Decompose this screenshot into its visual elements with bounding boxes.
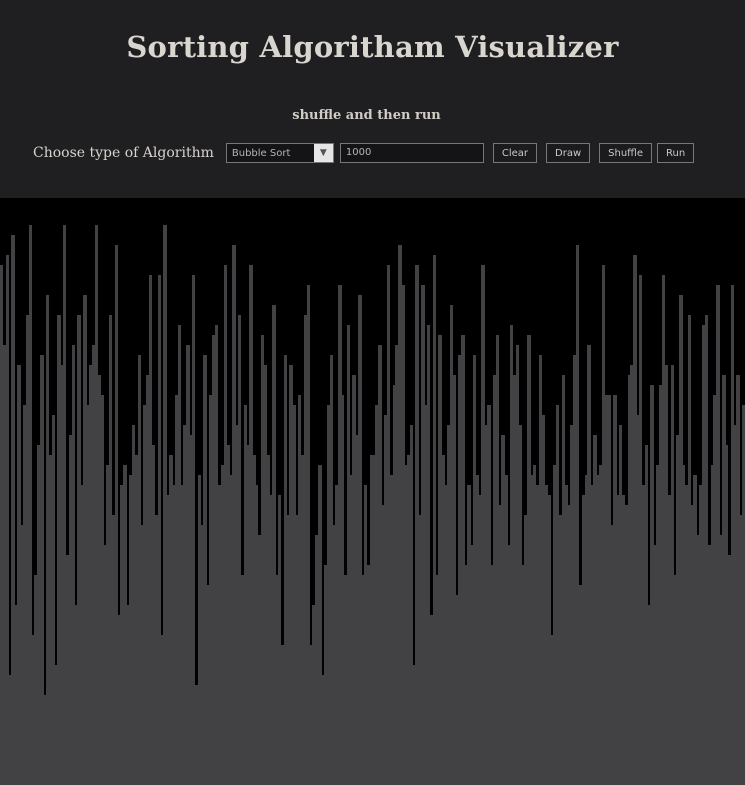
app-header: Sorting Algoritham Visualizer shuffle an…: [0, 0, 745, 198]
clear-button[interactable]: Clear: [492, 143, 538, 163]
algorithm-select[interactable]: Bubble Sort ▼: [225, 143, 334, 163]
controls-bar: Choose type of Algorithm Bubble Sort ▼ 1…: [33, 142, 695, 164]
algorithm-select-value: Bubble Sort: [231, 147, 291, 159]
chevron-down-icon[interactable]: ▼: [313, 144, 333, 162]
bars-canvas: [0, 198, 745, 785]
instruction-text: shuffle and then run: [292, 108, 441, 123]
page-title: Sorting Algoritham Visualizer: [126, 30, 619, 64]
array-size-input[interactable]: 1000: [339, 143, 484, 163]
run-button[interactable]: Run: [657, 143, 695, 163]
shuffle-button[interactable]: Shuffle: [599, 143, 652, 163]
draw-button[interactable]: Draw: [546, 143, 591, 163]
algorithm-label: Choose type of Algorithm: [33, 145, 214, 161]
